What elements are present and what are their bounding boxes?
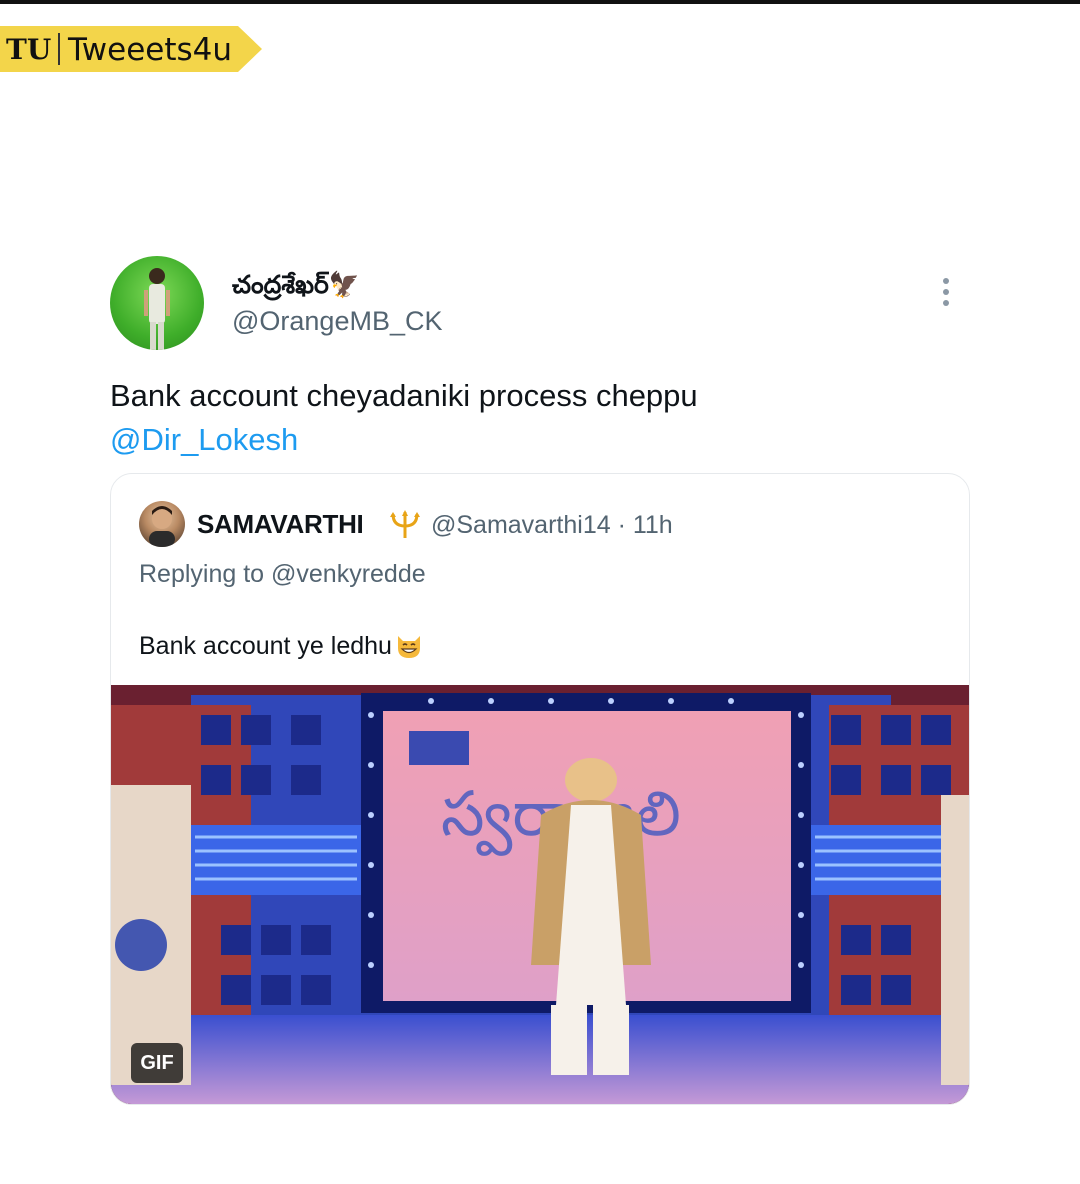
more-vertical-icon[interactable] — [936, 278, 956, 312]
top-border — [0, 0, 1080, 4]
trident-icon — [390, 510, 420, 538]
watermark-name: Tweeets4u — [68, 32, 233, 68]
replying-to: Replying to @venkyredde — [139, 560, 426, 588]
mention-link[interactable]: @Dir_Lokesh — [110, 418, 930, 462]
user-avatar[interactable] — [110, 256, 204, 350]
watermark-banner: TU Tweeets4u — [0, 26, 262, 72]
quoted-handle-time[interactable]: @Samavarthi14 · 11h — [431, 511, 673, 540]
gif-badge: GIF — [131, 1043, 183, 1083]
user-handle[interactable]: @OrangeMB_CK — [232, 306, 443, 337]
watermark-divider — [58, 33, 60, 65]
display-name[interactable]: చంద్రశేఖర్🦅 — [232, 270, 360, 306]
quoted-body: Bank account ye ledhu — [139, 632, 392, 660]
avatar-figure-icon — [144, 268, 170, 350]
grinning-cat-icon — [397, 636, 420, 658]
quoted-display-name[interactable]: SAMAVARTHI — [197, 509, 364, 540]
quoted-tweet[interactable]: SAMAVARTHI @Samavarthi14 · 11h Replying … — [110, 473, 970, 1105]
gif-media[interactable]: స్వరా జలి GIF — [111, 685, 969, 1104]
tweet-body: Bank account cheyadaniki process cheppu — [110, 378, 698, 413]
quoted-user-avatar[interactable] — [139, 501, 185, 547]
tweet-text: Bank account cheyadaniki process cheppu … — [110, 374, 930, 462]
quoted-avatar-face-icon — [149, 506, 175, 547]
watermark-logo: TU — [6, 33, 52, 66]
stage-scene-image: స్వరా జలి — [111, 685, 969, 1104]
quoted-text: Bank account ye ledhu — [139, 630, 424, 661]
